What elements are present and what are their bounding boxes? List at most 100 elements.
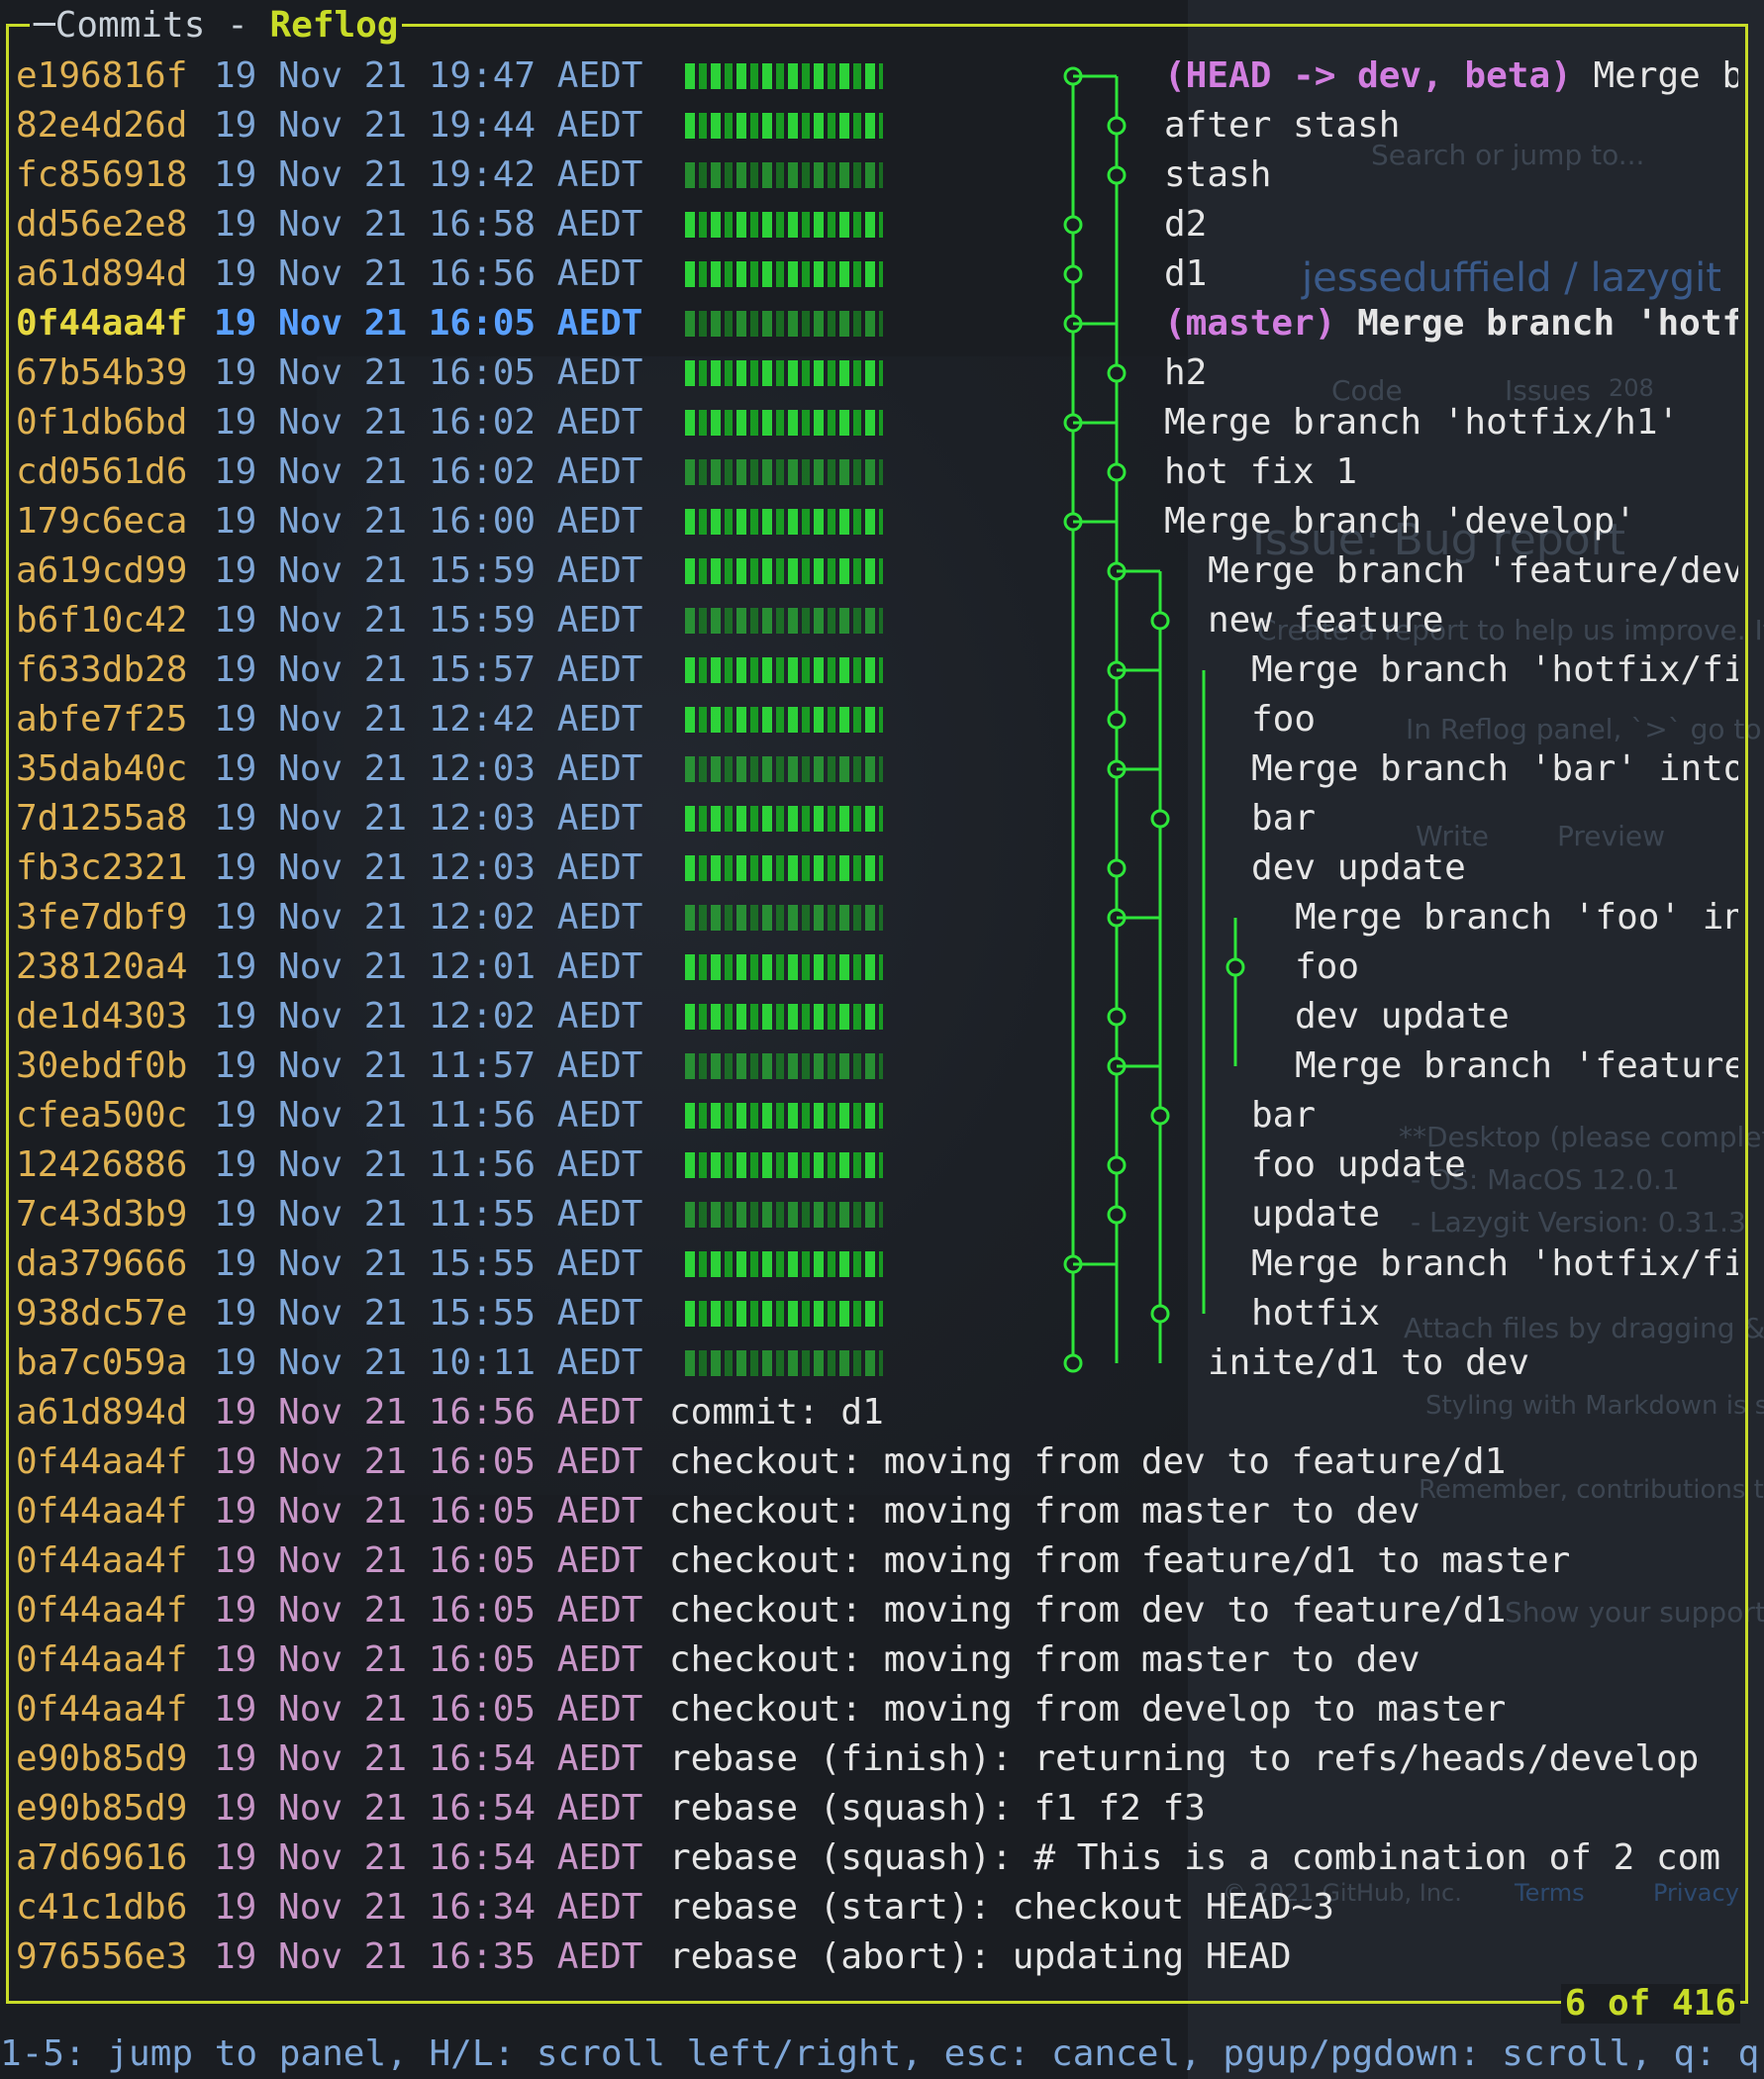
commit-date: 19 Nov 21 16:05 AEDT bbox=[214, 352, 643, 393]
reflog-row[interactable]: 976556e3 19 Nov 21 16:35 AEDT rebase (abor… bbox=[16, 1932, 1738, 1982]
graph-commit-node bbox=[1107, 1007, 1127, 1027]
author-avatar bbox=[685, 360, 883, 386]
commit-subject: Merge branch 'feature/dev bbox=[1208, 550, 1738, 591]
author-avatar bbox=[685, 1004, 883, 1030]
commit-list[interactable]: e196816f 19 Nov 21 19:47 AEDT (HEAD -> dev… bbox=[16, 51, 1738, 1982]
commit-row[interactable]: b6f10c42 19 Nov 21 15:59 AEDT new feature bbox=[16, 596, 1738, 645]
reflog-message: checkout: moving from dev to feature/d1 bbox=[669, 1441, 1507, 1482]
reflog-row[interactable]: 0f44aa4f 19 Nov 21 16:05 AEDT checkout: mo… bbox=[16, 1685, 1738, 1734]
commit-row[interactable]: 67b54b39 19 Nov 21 16:05 AEDT h2 bbox=[16, 348, 1738, 398]
commit-hash: ba7c059a bbox=[16, 1342, 188, 1383]
author-avatar bbox=[685, 162, 883, 188]
reflog-date: 19 Nov 21 16:05 AEDT bbox=[214, 1491, 643, 1532]
commit-row[interactable]: cd0561d6 19 Nov 21 16:02 AEDT hot fix 1 bbox=[16, 447, 1738, 497]
reflog-date: 19 Nov 21 16:54 AEDT bbox=[214, 1738, 643, 1779]
commit-hash: 30ebdf0b bbox=[16, 1045, 188, 1086]
commit-row[interactable]: fc856918 19 Nov 21 19:42 AEDT stash bbox=[16, 150, 1738, 200]
reflog-hash: c41c1db6 bbox=[16, 1887, 188, 1928]
commit-row[interactable]: 179c6eca 19 Nov 21 16:00 AEDT Merge branch… bbox=[16, 497, 1738, 546]
commit-subject: Merge branch 'bar' into bbox=[1251, 748, 1738, 789]
commit-row[interactable]: 238120a4 19 Nov 21 12:01 AEDT foo bbox=[16, 942, 1738, 992]
commit-date: 19 Nov 21 15:55 AEDT bbox=[214, 1293, 643, 1334]
reflog-row[interactable]: 0f44aa4f 19 Nov 21 16:05 AEDT checkout: mo… bbox=[16, 1437, 1738, 1487]
graph-commit-node bbox=[1107, 165, 1127, 185]
reflog-date: 19 Nov 21 16:05 AEDT bbox=[214, 1639, 643, 1680]
commit-row[interactable]: 30ebdf0b 19 Nov 21 11:57 AEDT Merge branch… bbox=[16, 1041, 1738, 1091]
reflog-message: rebase (squash): # This is a combination… bbox=[669, 1837, 1721, 1878]
commit-subject: inite/d1 to dev bbox=[1208, 1342, 1530, 1383]
commit-message: Merge branch 'hotfix/fi bbox=[1251, 645, 1738, 695]
commit-date: 19 Nov 21 15:59 AEDT bbox=[214, 600, 643, 641]
commit-subject: Merge branch 'hotfix/fi bbox=[1251, 649, 1738, 690]
commit-row[interactable]: abfe7f25 19 Nov 21 12:42 AEDT foo bbox=[16, 695, 1738, 744]
commit-hash: a619cd99 bbox=[16, 550, 188, 591]
commit-row[interactable]: 3fe7dbf9 19 Nov 21 12:02 AEDT Merge branch… bbox=[16, 893, 1738, 942]
graph-commit-node bbox=[1107, 1155, 1127, 1175]
commit-message: bar bbox=[1251, 794, 1316, 843]
author-avatar bbox=[685, 707, 883, 733]
commit-date: 19 Nov 21 11:56 AEDT bbox=[214, 1095, 643, 1136]
author-avatar bbox=[685, 954, 883, 980]
reflog-row[interactable]: c41c1db6 19 Nov 21 16:34 AEDT rebase (star… bbox=[16, 1883, 1738, 1932]
commit-subject: Merge branch 'foo' in bbox=[1295, 897, 1738, 938]
author-avatar bbox=[685, 1152, 883, 1178]
commit-row[interactable]: cfea500c 19 Nov 21 11:56 AEDT bar bbox=[16, 1091, 1738, 1140]
reflog-row[interactable]: 0f44aa4f 19 Nov 21 16:05 AEDT checkout: mo… bbox=[16, 1586, 1738, 1635]
reflog-date: 19 Nov 21 16:35 AEDT bbox=[214, 1936, 643, 1977]
commit-row[interactable]: e196816f 19 Nov 21 19:47 AEDT (HEAD -> dev… bbox=[16, 51, 1738, 101]
commit-hash: 938dc57e bbox=[16, 1293, 188, 1334]
panel-title[interactable]: ─Commits - Reflog bbox=[30, 6, 403, 46]
commit-row[interactable]: f633db28 19 Nov 21 15:57 AEDT Merge branch… bbox=[16, 645, 1738, 695]
commit-hash: 3fe7dbf9 bbox=[16, 897, 188, 938]
reflog-date: 19 Nov 21 16:05 AEDT bbox=[214, 1689, 643, 1730]
reflog-message: rebase (squash): f1 f2 f3 bbox=[669, 1788, 1206, 1829]
reflog-date: 19 Nov 21 16:34 AEDT bbox=[214, 1887, 643, 1928]
reflog-date: 19 Nov 21 16:56 AEDT bbox=[214, 1392, 643, 1433]
commit-row[interactable]: 7c43d3b9 19 Nov 21 11:55 AEDT update bbox=[16, 1190, 1738, 1239]
commit-row[interactable]: 0f1db6bd 19 Nov 21 16:02 AEDT Merge branch… bbox=[16, 398, 1738, 447]
reflog-row[interactable]: e90b85d9 19 Nov 21 16:54 AEDT rebase (squa… bbox=[16, 1784, 1738, 1833]
author-avatar bbox=[685, 63, 883, 89]
commit-message: Merge branch 'bar' into bbox=[1251, 744, 1738, 794]
reflog-message: commit: d1 bbox=[669, 1392, 884, 1433]
commit-subject: dev update bbox=[1295, 996, 1510, 1037]
graph-commit-node bbox=[1107, 858, 1127, 878]
commit-row[interactable]: dd56e2e8 19 Nov 21 16:58 AEDT d2 bbox=[16, 200, 1738, 249]
commit-row[interactable]: fb3c2321 19 Nov 21 12:03 AEDT dev update bbox=[16, 843, 1738, 893]
commit-date: 19 Nov 21 11:57 AEDT bbox=[214, 1045, 643, 1086]
commit-row[interactable]: a61d894d 19 Nov 21 16:56 AEDT d1 bbox=[16, 249, 1738, 299]
commit-message: foo bbox=[1251, 695, 1316, 744]
reflog-row[interactable]: e90b85d9 19 Nov 21 16:54 AEDT rebase (fini… bbox=[16, 1734, 1738, 1784]
commit-date: 19 Nov 21 19:42 AEDT bbox=[214, 154, 643, 195]
commit-row[interactable]: de1d4303 19 Nov 21 12:02 AEDT dev update bbox=[16, 992, 1738, 1041]
commit-row[interactable]: ba7c059a 19 Nov 21 10:11 AEDT inite/d1 to … bbox=[16, 1338, 1738, 1388]
reflog-row[interactable]: 0f44aa4f 19 Nov 21 16:05 AEDT checkout: mo… bbox=[16, 1536, 1738, 1586]
commit-row[interactable]: a619cd99 19 Nov 21 15:59 AEDT Merge branch… bbox=[16, 546, 1738, 596]
reflog-row[interactable]: 0f44aa4f 19 Nov 21 16:05 AEDT checkout: mo… bbox=[16, 1635, 1738, 1685]
commit-date: 19 Nov 21 11:56 AEDT bbox=[214, 1144, 643, 1185]
reflog-row[interactable]: 0f44aa4f 19 Nov 21 16:05 AEDT checkout: mo… bbox=[16, 1487, 1738, 1536]
reflog-hash: 0f44aa4f bbox=[16, 1689, 188, 1730]
reflog-row[interactable]: a61d894d 19 Nov 21 16:56 AEDT commit: d1 bbox=[16, 1388, 1738, 1437]
commit-row[interactable]: 35dab40c 19 Nov 21 12:03 AEDT Merge branch… bbox=[16, 744, 1738, 794]
commit-row[interactable]: 7d1255a8 19 Nov 21 12:03 AEDT bar bbox=[16, 794, 1738, 843]
commit-row[interactable]: 938dc57e 19 Nov 21 15:55 AEDT hotfix bbox=[16, 1289, 1738, 1338]
commit-message: (HEAD -> dev, beta) Merge b bbox=[1164, 51, 1738, 101]
graph-commit-node bbox=[1150, 809, 1170, 829]
keybinding-statusbar: 1-5: jump to panel, H/L: scroll left/rig… bbox=[0, 2033, 1760, 2074]
commit-row[interactable]: da379666 19 Nov 21 15:55 AEDT Merge branch… bbox=[16, 1239, 1738, 1289]
commit-message: update bbox=[1251, 1190, 1380, 1239]
commit-date: 19 Nov 21 12:03 AEDT bbox=[214, 798, 643, 839]
author-avatar bbox=[685, 311, 883, 337]
commit-hash: b6f10c42 bbox=[16, 600, 188, 641]
reflog-date: 19 Nov 21 16:05 AEDT bbox=[214, 1590, 643, 1631]
commit-date: 19 Nov 21 16:02 AEDT bbox=[214, 451, 643, 492]
commit-row[interactable]: 0f44aa4f 19 Nov 21 16:05 AEDT (master) Mer… bbox=[16, 299, 1738, 348]
reflog-row[interactable]: a7d69616 19 Nov 21 16:54 AEDT rebase (squa… bbox=[16, 1833, 1738, 1883]
commit-row[interactable]: 82e4d26d 19 Nov 21 19:44 AEDT after stash bbox=[16, 101, 1738, 150]
commit-hash: dd56e2e8 bbox=[16, 204, 188, 245]
reflog-message: rebase (finish): returning to refs/heads… bbox=[669, 1738, 1700, 1779]
reflog-hash: a7d69616 bbox=[16, 1837, 188, 1878]
commit-subject: Merge branch 'feature bbox=[1295, 1045, 1738, 1086]
commit-row[interactable]: 12426886 19 Nov 21 11:56 AEDT foo update bbox=[16, 1140, 1738, 1190]
